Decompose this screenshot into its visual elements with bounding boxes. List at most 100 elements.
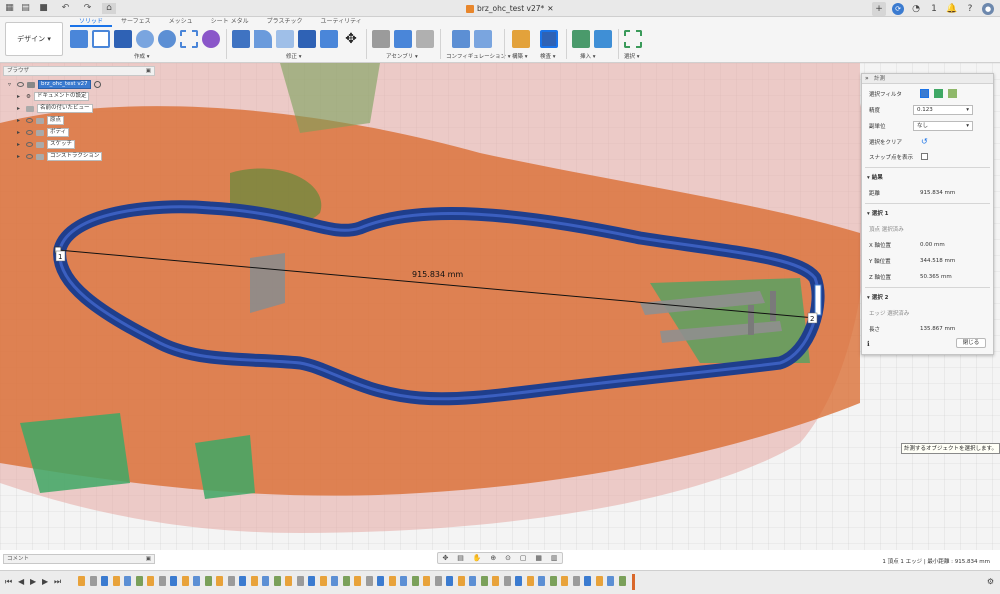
- expand-caret-icon[interactable]: ▸: [17, 141, 23, 148]
- timeline-feature-icon[interactable]: [158, 576, 166, 586]
- timeline-end-icon[interactable]: ⏭: [54, 577, 61, 587]
- timeline-feature-icon[interactable]: [216, 576, 223, 586]
- timeline-feature-icon[interactable]: [319, 576, 327, 586]
- clear-selection-icon[interactable]: ↺: [921, 137, 928, 146]
- selection1-section-header[interactable]: ▾ 選択 1: [867, 209, 888, 217]
- browser-item-origin[interactable]: ▸ 原点: [17, 116, 65, 125]
- timeline-feature-icon[interactable]: [193, 576, 200, 586]
- insert-group-label[interactable]: 挿入 ▾: [580, 52, 596, 60]
- timeline-feature-icon[interactable]: [101, 576, 108, 586]
- timeline-feature-icon[interactable]: [147, 576, 154, 586]
- timeline-feature-icon[interactable]: [250, 576, 258, 586]
- timeline-feature-icon[interactable]: [365, 576, 373, 586]
- timeline-feature-icon[interactable]: [434, 576, 442, 586]
- notifications-icon[interactable]: 🔔: [946, 3, 958, 15]
- timeline-play-icon[interactable]: ▶: [30, 577, 36, 586]
- visibility-eye-icon[interactable]: [26, 154, 33, 159]
- timeline-feature-icon[interactable]: [112, 576, 120, 586]
- measure-icon[interactable]: [540, 30, 558, 48]
- filter-component-icon[interactable]: [948, 89, 957, 98]
- browser-panel-header[interactable]: ブラウザ ▣: [3, 66, 155, 76]
- combine-icon[interactable]: [298, 30, 316, 48]
- timeline-feature-icon[interactable]: [170, 576, 177, 586]
- timeline-feature-icon[interactable]: [204, 576, 212, 586]
- orbit-icon[interactable]: ✥: [442, 554, 448, 562]
- save-icon[interactable]: ■: [38, 3, 49, 14]
- timeline-next-icon[interactable]: ▶: [42, 577, 48, 586]
- extrude-icon[interactable]: [114, 30, 132, 48]
- timeline-feature-icon[interactable]: [285, 576, 292, 586]
- select-group-label[interactable]: 選択 ▾: [624, 52, 640, 60]
- timeline-feature-icon[interactable]: [411, 576, 419, 586]
- browser-root-label[interactable]: brz_ohc_test v27: [38, 80, 91, 89]
- redo-icon[interactable]: ↷: [82, 3, 93, 14]
- comments-panel-header[interactable]: コメント ▣: [3, 554, 155, 564]
- viewports-icon[interactable]: ▥: [551, 554, 558, 562]
- browser-item-document-settings[interactable]: ▸ ⚙ ドキュメントの設定: [17, 92, 90, 101]
- insert-derive-icon[interactable]: [572, 30, 590, 48]
- pan-icon[interactable]: ✋: [473, 554, 482, 562]
- new-component-icon[interactable]: [70, 30, 88, 48]
- timeline-feature-icon[interactable]: [262, 576, 269, 586]
- timeline-settings-icon[interactable]: ⚙: [987, 577, 994, 586]
- timeline-feature-icon[interactable]: [503, 576, 511, 586]
- canvas-viewport[interactable]: 915.834 mm 1 2: [0, 63, 1000, 550]
- revolve-icon[interactable]: [136, 30, 154, 48]
- timeline-feature-icon[interactable]: [377, 576, 384, 586]
- display-settings-icon[interactable]: ▢: [520, 554, 527, 562]
- file-menu-icon[interactable]: ▤: [20, 3, 31, 14]
- zoom-icon[interactable]: ⊕: [490, 554, 496, 562]
- create-group-label[interactable]: 作成 ▾: [134, 52, 150, 60]
- timeline-feature-icon[interactable]: [618, 576, 626, 586]
- browser-item-named-views[interactable]: ▸ 名前の付いたビュー: [17, 104, 93, 113]
- modify-group-label[interactable]: 修正 ▾: [286, 52, 302, 60]
- expand-caret-icon[interactable]: ▸: [17, 129, 23, 136]
- browser-root-row[interactable]: ▿ brz_ohc_test v27: [8, 80, 101, 89]
- timeline-feature-icon[interactable]: [526, 576, 534, 586]
- timeline-prev-icon[interactable]: ◀: [18, 577, 24, 586]
- timeline-feature-icon[interactable]: [296, 576, 304, 586]
- joint-icon[interactable]: [372, 30, 390, 48]
- timeline-feature-icon[interactable]: [273, 576, 281, 586]
- timeline-feature-icon[interactable]: [239, 576, 246, 586]
- create-sketch-icon[interactable]: [92, 30, 110, 48]
- timeline-feature-icon[interactable]: [538, 576, 545, 586]
- panel-close-icon[interactable]: ▣: [146, 67, 151, 75]
- job-status-icon[interactable]: ◔: [910, 3, 922, 15]
- timeline-feature-icon[interactable]: [492, 576, 499, 586]
- expand-caret-icon[interactable]: ▸: [17, 153, 23, 160]
- filter-face-icon[interactable]: [920, 89, 929, 98]
- home-icon[interactable]: ⌂: [102, 3, 116, 14]
- configure-group-label[interactable]: コンフィギュレーション ▾: [446, 52, 511, 60]
- timeline-feature-icon[interactable]: [135, 576, 143, 586]
- document-tab[interactable]: brz_ohc_test v27* ✕: [460, 0, 560, 17]
- insert-image-icon[interactable]: [594, 30, 612, 48]
- move-icon[interactable]: ✥: [342, 30, 360, 48]
- close-tab-icon[interactable]: ✕: [547, 4, 553, 13]
- info-icon[interactable]: ℹ: [867, 340, 870, 348]
- tab-solid[interactable]: ソリッド: [70, 17, 113, 27]
- extensions-icon[interactable]: ⟳: [892, 2, 904, 15]
- dialog-collapse-icon[interactable]: »: [865, 75, 869, 82]
- as-built-joint-icon[interactable]: [416, 30, 434, 48]
- timeline-feature-icon[interactable]: [595, 576, 603, 586]
- timeline-feature-icon[interactable]: [400, 576, 407, 586]
- timeline-feature-icon[interactable]: [469, 576, 476, 586]
- snap-checkbox[interactable]: [921, 153, 928, 160]
- configure-table-icon[interactable]: [452, 30, 470, 48]
- inspect-group-label[interactable]: 検査 ▾: [540, 52, 556, 60]
- timeline-feature-icon[interactable]: [78, 576, 85, 586]
- timeline-feature-icon[interactable]: [423, 576, 430, 586]
- timeline-feature-icon[interactable]: [124, 576, 131, 586]
- tab-sheet-metal[interactable]: シート メタル: [202, 17, 258, 27]
- assemble-group-label[interactable]: アセンブリ ▾: [386, 52, 418, 60]
- tab-utilities[interactable]: ユーティリティ: [311, 17, 370, 27]
- panel-expand-icon[interactable]: ▣: [146, 555, 151, 563]
- tab-mesh[interactable]: メッシュ: [160, 17, 202, 27]
- help-icon[interactable]: ?: [964, 3, 976, 15]
- workspace-switcher-button[interactable]: デザイン ▾: [5, 22, 63, 56]
- timeline-feature-icon[interactable]: [561, 576, 568, 586]
- units-select[interactable]: なし ▾: [913, 121, 973, 131]
- expand-caret-icon[interactable]: ▸: [17, 105, 23, 112]
- close-button[interactable]: 閉じる: [956, 338, 986, 348]
